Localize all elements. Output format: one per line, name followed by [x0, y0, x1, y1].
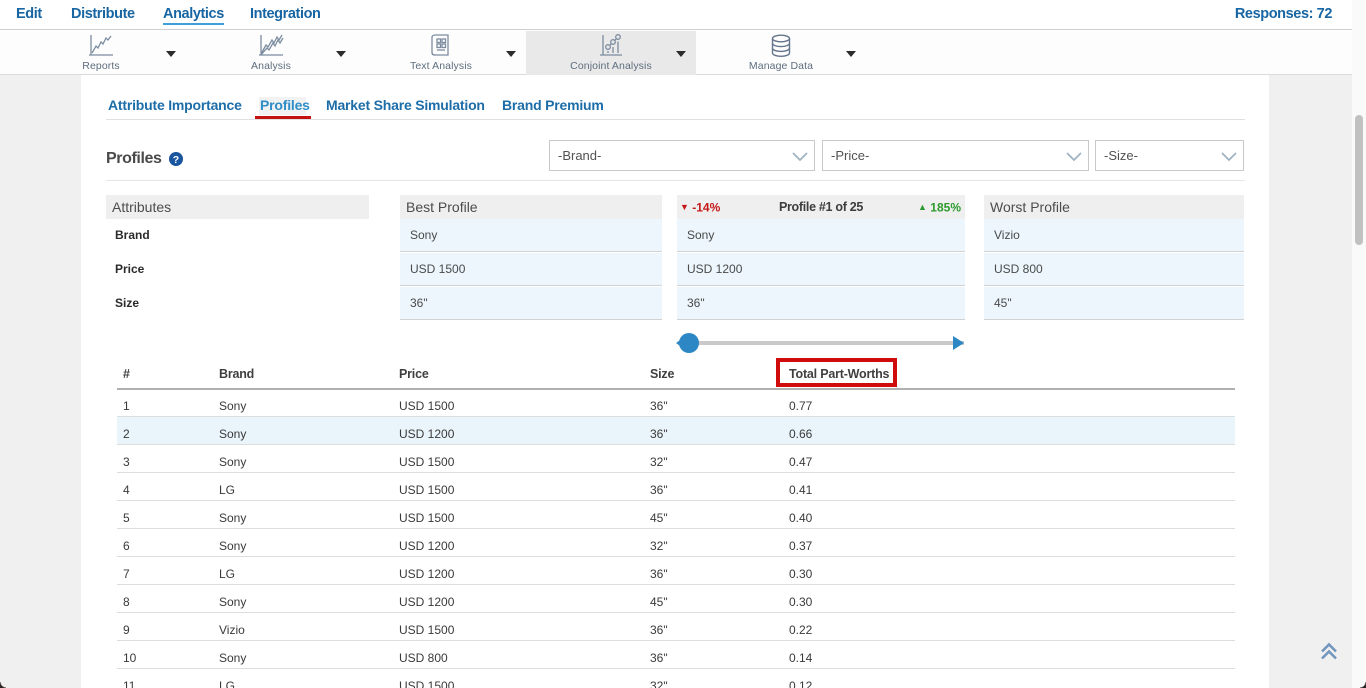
svg-text:?: ? — [173, 154, 179, 166]
